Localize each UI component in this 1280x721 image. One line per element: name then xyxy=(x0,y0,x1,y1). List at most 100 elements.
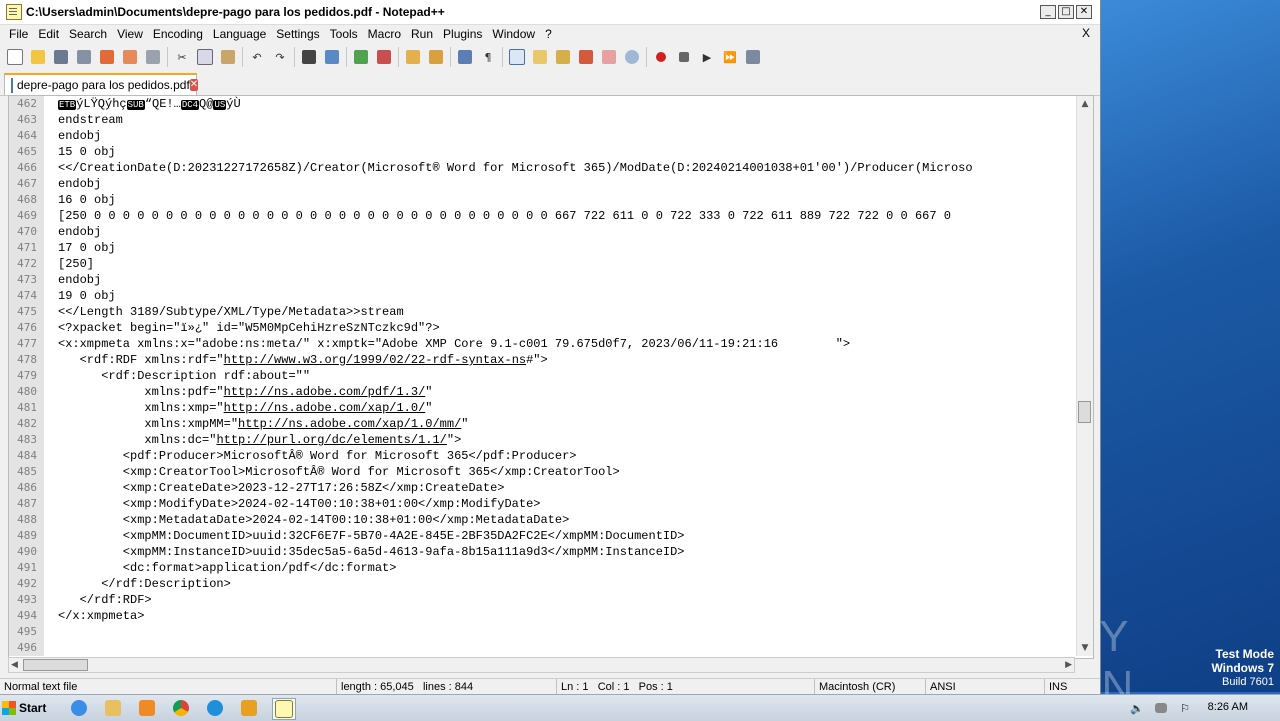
indent-guide-icon[interactable] xyxy=(508,48,526,66)
redo-icon[interactable]: ↷ xyxy=(271,48,289,66)
sync-h-icon[interactable] xyxy=(427,48,445,66)
start-button[interactable]: Start xyxy=(2,697,54,719)
url-link[interactable]: http://ns.adobe.com/xap/1.0/mm/ xyxy=(238,417,461,431)
folder-as-workspace-icon[interactable] xyxy=(600,48,618,66)
menu-tools[interactable]: Tools xyxy=(325,27,363,41)
editor-line[interactable]: 472 [250] xyxy=(9,256,1077,272)
zoom-out-icon[interactable] xyxy=(375,48,393,66)
save-macro-icon[interactable] xyxy=(744,48,762,66)
maximize-button[interactable]: □ xyxy=(1058,5,1074,19)
editor-line[interactable]: 487 <xmp:ModifyDate>2024-02-14T00:10:38+… xyxy=(9,496,1077,512)
editor-line[interactable]: 493 </rdf:RDF> xyxy=(9,592,1077,608)
all-chars-icon[interactable]: ¶ xyxy=(479,48,497,66)
menu-window[interactable]: Window xyxy=(487,27,540,41)
copy-icon[interactable] xyxy=(196,48,214,66)
vertical-scroll-thumb[interactable] xyxy=(1078,401,1091,423)
editor-line[interactable]: 483 xmlns:dc="http://purl.org/dc/element… xyxy=(9,432,1077,448)
editor-line[interactable]: 485 <xmp:CreatorTool>MicrosoftÂ® Word fo… xyxy=(9,464,1077,480)
document-tab[interactable]: depre-pago para los pedidos.pdf ✕ xyxy=(4,73,199,95)
menu-language[interactable]: Language xyxy=(208,27,271,41)
menu-view[interactable]: View xyxy=(112,27,148,41)
editor-line[interactable]: 478 <rdf:RDF xmlns:rdf="http://www.w3.or… xyxy=(9,352,1077,368)
editor-line[interactable]: 465 15 0 obj xyxy=(9,144,1077,160)
find-icon[interactable] xyxy=(300,48,318,66)
editor-line[interactable]: 476 <?xpacket begin="ï»¿" id="W5M0MpCehiH… xyxy=(9,320,1077,336)
editor-line[interactable]: 490 <xmpMM:InstanceID>uuid:35dec5a5-6a5d… xyxy=(9,544,1077,560)
explorer-icon[interactable] xyxy=(102,698,124,718)
save-icon[interactable] xyxy=(52,48,70,66)
url-link[interactable]: http://ns.adobe.com/xap/1.0/ xyxy=(224,401,426,415)
monitor-icon[interactable] xyxy=(623,48,641,66)
notepadpp-taskbar-icon[interactable] xyxy=(272,698,296,720)
title-bar[interactable]: C:\Users\admin\Documents\depre-pago para… xyxy=(0,0,1100,25)
media-player-icon[interactable] xyxy=(136,698,158,718)
menu-help[interactable]: ? xyxy=(540,27,557,41)
horizontal-scrollbar[interactable]: ◀ ▶ xyxy=(8,657,1075,673)
open-icon[interactable] xyxy=(29,48,47,66)
editor-line[interactable]: 464 endobj xyxy=(9,128,1077,144)
editor-line[interactable]: 496 xyxy=(9,640,1077,656)
editor-line[interactable]: 477 <x:xmpmeta xmlns:x="adobe:ns:meta/" x… xyxy=(9,336,1077,352)
editor-line[interactable]: 488 <xmp:MetadataDate>2024-02-14T00:10:3… xyxy=(9,512,1077,528)
volume-icon[interactable]: 🔈 xyxy=(1126,698,1148,718)
ie-icon[interactable] xyxy=(68,698,90,718)
close-window-button[interactable]: ✕ xyxy=(1076,5,1092,19)
replace-icon[interactable] xyxy=(323,48,341,66)
menu-macro[interactable]: Macro xyxy=(363,27,406,41)
menu-edit[interactable]: Edit xyxy=(33,27,64,41)
sync-v-icon[interactable] xyxy=(404,48,422,66)
edge-icon[interactable] xyxy=(204,698,226,718)
cut-icon[interactable]: ✂ xyxy=(173,48,191,66)
scroll-left-arrow-icon[interactable]: ◀ xyxy=(11,658,18,672)
function-list-icon[interactable] xyxy=(577,48,595,66)
run-macro-multiple-icon[interactable]: ⏩ xyxy=(721,48,739,66)
udl-icon[interactable] xyxy=(531,48,549,66)
stop-macro-icon[interactable] xyxy=(675,48,693,66)
action-center-flag-icon[interactable]: ⚐ xyxy=(1174,698,1196,718)
editor-line[interactable]: 471 17 0 obj xyxy=(9,240,1077,256)
scroll-right-arrow-icon[interactable]: ▶ xyxy=(1065,658,1072,672)
network-icon[interactable] xyxy=(1150,698,1172,718)
editor-line[interactable]: 462 ETBýLŸQýhçSUB“QE!…DC4Q@USýÙ xyxy=(9,96,1077,112)
save-all-icon[interactable] xyxy=(75,48,93,66)
editor-lines[interactable]: 462 ETBýLŸQýhçSUB“QE!…DC4Q@USýÙ 463 endstre… xyxy=(9,96,1077,656)
menu-plugins[interactable]: Plugins xyxy=(438,27,487,41)
editor-line[interactable]: 494 </x:xmpmeta> xyxy=(9,608,1077,624)
doc-map-icon[interactable] xyxy=(554,48,572,66)
editor-line[interactable]: 492 </rdf:Description> xyxy=(9,576,1077,592)
wrap-icon[interactable] xyxy=(456,48,474,66)
editor-line[interactable]: 468 16 0 obj xyxy=(9,192,1077,208)
outlook-icon[interactable] xyxy=(238,698,260,718)
editor-line[interactable]: 479 <rdf:Description rdf:about="" xyxy=(9,368,1077,384)
editor-line[interactable]: 475 <</Length 3189/Subtype/XML/Type/Metad… xyxy=(9,304,1077,320)
scroll-down-arrow-icon[interactable]: ▼ xyxy=(1077,640,1093,656)
editor-line[interactable]: 470 endobj xyxy=(9,224,1077,240)
editor-line[interactable]: 466 <</CreationDate(D:20231227172658Z)/Cr… xyxy=(9,160,1077,176)
minimize-button[interactable]: _ xyxy=(1040,5,1056,19)
zoom-in-icon[interactable] xyxy=(352,48,370,66)
menu-settings[interactable]: Settings xyxy=(271,27,324,41)
scroll-up-arrow-icon[interactable]: ▲ xyxy=(1077,96,1093,112)
editor-line[interactable]: 463 endstream xyxy=(9,112,1077,128)
undo-icon[interactable]: ↶ xyxy=(248,48,266,66)
chrome-icon[interactable] xyxy=(170,698,192,718)
play-macro-icon[interactable]: ▶ xyxy=(698,48,716,66)
editor-line[interactable]: 474 19 0 obj xyxy=(9,288,1077,304)
tab-close-icon[interactable]: ✕ xyxy=(189,79,199,91)
url-link[interactable]: http://purl.org/dc/elements/1.1/ xyxy=(216,433,446,447)
horizontal-scroll-thumb[interactable] xyxy=(23,659,88,671)
text-editor[interactable]: 462 ETBýLŸQýhçSUB“QE!…DC4Q@USýÙ 463 endstre… xyxy=(8,95,1094,659)
url-link[interactable]: http://www.w3.org/1999/02/22-rdf-syntax-… xyxy=(224,353,526,367)
clock[interactable]: 8:26 AM xyxy=(1208,701,1248,713)
editor-line[interactable]: 469 [250 0 0 0 0 0 0 0 0 0 0 0 0 0 0 0 0 … xyxy=(9,208,1077,224)
editor-line[interactable]: 467 endobj xyxy=(9,176,1077,192)
editor-line[interactable]: 486 <xmp:CreateDate>2023-12-27T17:26:58Z… xyxy=(9,480,1077,496)
new-icon[interactable] xyxy=(6,48,24,66)
close-all-icon[interactable] xyxy=(121,48,139,66)
print-icon[interactable] xyxy=(144,48,162,66)
vertical-scrollbar[interactable]: ▲ ▼ xyxy=(1076,96,1093,656)
paste-icon[interactable] xyxy=(219,48,237,66)
editor-line[interactable]: 482 xmlns:xmpMM="http://ns.adobe.com/xap… xyxy=(9,416,1077,432)
close-document-x[interactable]: X xyxy=(1082,26,1090,40)
status-encoding[interactable]: ANSI xyxy=(925,679,1044,695)
